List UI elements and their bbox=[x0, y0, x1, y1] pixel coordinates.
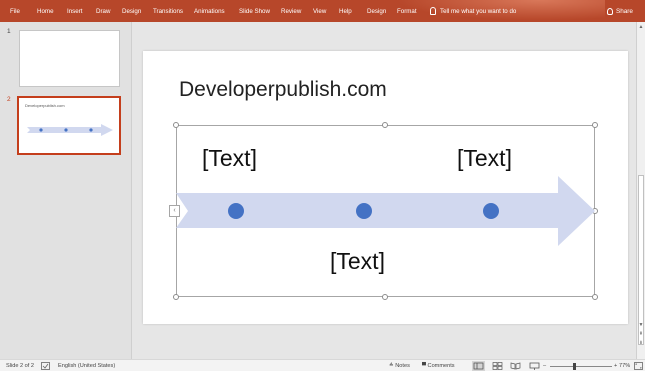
tell-me-label: Tell me what you want to do bbox=[440, 8, 517, 15]
slide-thumbnail-pane: 1 2 Developerpublish.com bbox=[0, 22, 131, 359]
slide-sorter-icon[interactable] bbox=[491, 361, 504, 371]
tab-animations[interactable]: Animations bbox=[194, 0, 225, 22]
thumbnail-title: Developerpublish.com bbox=[25, 103, 65, 108]
tab-smartart-design[interactable]: Design bbox=[367, 0, 386, 22]
scroll-up-icon[interactable]: ▲ bbox=[638, 24, 644, 30]
thumbnail-number: 1 bbox=[7, 28, 11, 35]
slide-thumbnail-1[interactable] bbox=[19, 30, 120, 87]
resize-handle-tr[interactable] bbox=[592, 122, 598, 128]
resize-handle-br[interactable] bbox=[592, 294, 598, 300]
zoom-level[interactable]: 77% bbox=[619, 360, 630, 371]
timeline-dot bbox=[483, 203, 499, 219]
thumbnail-timeline-arrow bbox=[27, 124, 113, 136]
slide-show-icon[interactable] bbox=[528, 361, 541, 371]
lightbulb-icon bbox=[430, 7, 436, 16]
slide-count-label: Slide 2 of 2 bbox=[6, 363, 34, 369]
comments-button[interactable]: ▀ Comments bbox=[422, 360, 455, 371]
comments-label: Comments bbox=[427, 363, 455, 369]
resize-handle-tl[interactable] bbox=[173, 122, 179, 128]
person-icon bbox=[606, 7, 613, 15]
tab-format[interactable]: Format bbox=[397, 0, 417, 22]
tab-slide-show[interactable]: Slide Show bbox=[239, 0, 270, 22]
normal-view-icon[interactable] bbox=[472, 361, 485, 371]
timeline-node-text[interactable]: [Text] bbox=[330, 248, 385, 275]
tab-view[interactable]: View bbox=[313, 0, 326, 22]
scrollbar-thumb[interactable] bbox=[638, 175, 644, 345]
tab-help[interactable]: Help bbox=[339, 0, 352, 22]
notes-label: Notes bbox=[395, 363, 410, 369]
resize-handle-b[interactable] bbox=[382, 294, 388, 300]
spell-check-icon[interactable] bbox=[41, 362, 50, 370]
ribbon-tab-bar: File Home Insert Draw Design Transitions… bbox=[0, 0, 645, 22]
thumbnail-number: 2 bbox=[7, 96, 11, 103]
tab-transitions[interactable]: Transitions bbox=[153, 0, 183, 22]
tab-file[interactable]: File bbox=[10, 0, 20, 22]
fit-to-window-icon[interactable] bbox=[634, 362, 643, 370]
status-bar: Slide 2 of 2 English (United States) ≙ N… bbox=[0, 359, 645, 371]
tab-insert[interactable]: Insert bbox=[67, 0, 82, 22]
next-slide-icon[interactable]: ⇟ bbox=[638, 340, 644, 346]
scroll-down-icon[interactable]: ▼ bbox=[638, 322, 644, 328]
timeline-dot bbox=[356, 203, 372, 219]
notes-button[interactable]: ≙ Notes bbox=[389, 360, 410, 371]
vertical-scrollbar[interactable]: ▲ ▼ ⇞ ⇟ bbox=[636, 22, 645, 359]
share-button[interactable]: Share bbox=[606, 0, 633, 22]
slide-title[interactable]: Developerpublish.com bbox=[179, 78, 387, 102]
slide-thumbnail-2[interactable]: Developerpublish.com bbox=[17, 96, 121, 155]
zoom-in-button[interactable]: + bbox=[614, 360, 617, 371]
zoom-slider[interactable] bbox=[550, 366, 612, 367]
tab-draw[interactable]: Draw bbox=[96, 0, 110, 22]
tell-me-search[interactable]: Tell me what you want to do bbox=[430, 0, 516, 22]
tab-design[interactable]: Design bbox=[122, 0, 141, 22]
share-label: Share bbox=[615, 8, 633, 15]
resize-handle-bl[interactable] bbox=[173, 294, 179, 300]
zoom-slider-thumb[interactable] bbox=[573, 363, 576, 370]
zoom-out-button[interactable]: – bbox=[543, 360, 546, 371]
timeline-arrow-graphic[interactable] bbox=[176, 176, 595, 246]
previous-slide-icon[interactable]: ⇞ bbox=[638, 331, 644, 337]
tab-review[interactable]: Review bbox=[281, 0, 301, 22]
resize-handle-t[interactable] bbox=[382, 122, 388, 128]
language-label[interactable]: English (United States) bbox=[58, 360, 115, 371]
tab-home[interactable]: Home bbox=[37, 0, 54, 22]
timeline-node-text[interactable]: [Text] bbox=[202, 145, 257, 172]
timeline-dot bbox=[228, 203, 244, 219]
timeline-node-text[interactable]: [Text] bbox=[457, 145, 512, 172]
reading-view-icon[interactable] bbox=[509, 361, 522, 371]
